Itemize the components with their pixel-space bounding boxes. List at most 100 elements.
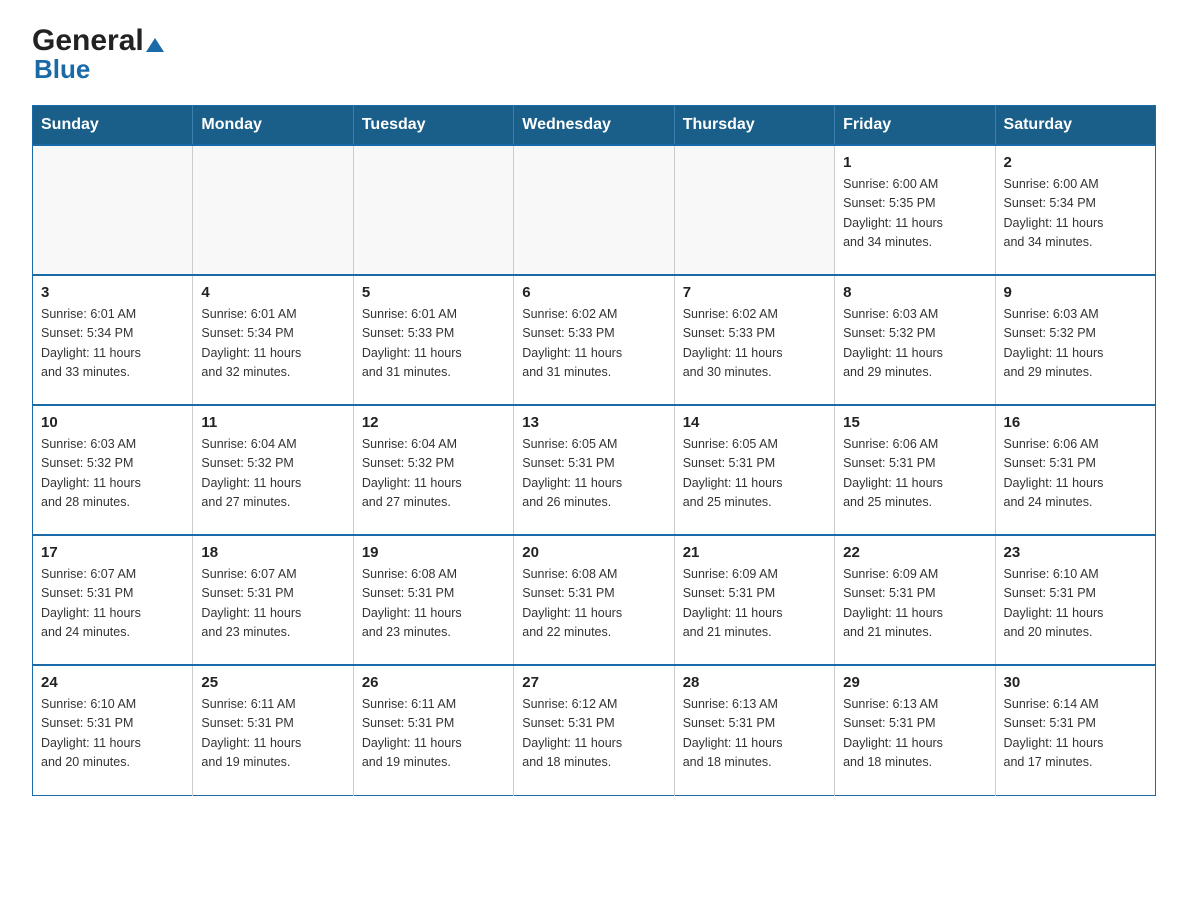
calendar-cell [674,145,834,275]
day-number: 16 [1004,414,1147,431]
logo-blue-text: Blue [34,54,90,85]
calendar-cell: 25 Sunrise: 6:11 AMSunset: 5:31 PMDayligh… [193,665,353,795]
day-info: Sunrise: 6:14 AMSunset: 5:31 PMDaylight:… [1004,695,1147,773]
day-number: 27 [522,674,665,691]
calendar-cell: 5 Sunrise: 6:01 AMSunset: 5:33 PMDaylight… [353,275,513,405]
calendar-week-row: 24Sunrise: 6:10 AMSunset: 5:31 PMDayligh… [33,665,1156,795]
day-info: Sunrise: 6:02 AMSunset: 5:33 PMDaylight:… [683,305,826,383]
day-number: 10 [41,414,184,431]
calendar-cell: 10 Sunrise: 6:03 AMSunset: 5:32 PMDayligh… [33,405,193,535]
day-number: 4 [201,284,344,301]
day-info: Sunrise: 6:08 AMSunset: 5:31 PMDaylight:… [522,565,665,643]
day-info: Sunrise: 6:08 AMSunset: 5:31 PMDaylight:… [362,565,505,643]
day-info: Sunrise: 6:09 AMSunset: 5:31 PMDaylight:… [683,565,826,643]
day-number: 6 [522,284,665,301]
day-info: Sunrise: 6:07 AMSunset: 5:31 PMDaylight:… [201,565,344,643]
calendar-cell [33,145,193,275]
weekday-header-thursday: Thursday [674,106,834,146]
calendar-week-row: 1 Sunrise: 6:00 AMSunset: 5:35 PMDaylight… [33,145,1156,275]
calendar-cell: 20 Sunrise: 6:08 AMSunset: 5:31 PMDayligh… [514,535,674,665]
calendar-cell: 12 Sunrise: 6:04 AMSunset: 5:32 PMDayligh… [353,405,513,535]
weekday-header-row: SundayMondayTuesdayWednesdayThursdayFrid… [33,106,1156,146]
calendar-cell: 27 Sunrise: 6:12 AMSunset: 5:31 PMDayligh… [514,665,674,795]
calendar-cell: 15 Sunrise: 6:06 AMSunset: 5:31 PMDayligh… [835,405,995,535]
day-info: Sunrise: 6:13 AMSunset: 5:31 PMDaylight:… [683,695,826,773]
day-info: Sunrise: 6:06 AMSunset: 5:31 PMDaylight:… [1004,435,1147,513]
calendar-cell: 19 Sunrise: 6:08 AMSunset: 5:31 PMDayligh… [353,535,513,665]
calendar-cell: 17Sunrise: 6:07 AMSunset: 5:31 PMDayligh… [33,535,193,665]
day-info: Sunrise: 6:10 AMSunset: 5:31 PMDaylight:… [41,695,184,773]
day-number: 5 [362,284,505,301]
day-number: 18 [201,544,344,561]
day-number: 28 [683,674,826,691]
weekday-header-saturday: Saturday [995,106,1155,146]
day-info: Sunrise: 6:11 AMSunset: 5:31 PMDaylight:… [201,695,344,773]
day-info: Sunrise: 6:03 AMSunset: 5:32 PMDaylight:… [843,305,986,383]
day-info: Sunrise: 6:01 AMSunset: 5:34 PMDaylight:… [41,305,184,383]
page-header: General Blue [32,24,1156,85]
day-number: 1 [843,154,986,171]
calendar-cell: 4 Sunrise: 6:01 AMSunset: 5:34 PMDaylight… [193,275,353,405]
weekday-header-wednesday: Wednesday [514,106,674,146]
calendar-cell: 7 Sunrise: 6:02 AMSunset: 5:33 PMDaylight… [674,275,834,405]
calendar-table: SundayMondayTuesdayWednesdayThursdayFrid… [32,105,1156,796]
day-number: 12 [362,414,505,431]
day-number: 7 [683,284,826,301]
day-info: Sunrise: 6:05 AMSunset: 5:31 PMDaylight:… [683,435,826,513]
day-number: 11 [201,414,344,431]
calendar-cell: 8 Sunrise: 6:03 AMSunset: 5:32 PMDaylight… [835,275,995,405]
calendar-cell: 28 Sunrise: 6:13 AMSunset: 5:31 PMDayligh… [674,665,834,795]
day-number: 2 [1004,154,1147,171]
day-number: 17 [41,544,184,561]
calendar-cell: 24Sunrise: 6:10 AMSunset: 5:31 PMDayligh… [33,665,193,795]
day-info: Sunrise: 6:03 AMSunset: 5:32 PMDaylight:… [1004,305,1147,383]
day-number: 26 [362,674,505,691]
calendar-cell: 26Sunrise: 6:11 AMSunset: 5:31 PMDayligh… [353,665,513,795]
calendar-week-row: 10 Sunrise: 6:03 AMSunset: 5:32 PMDayligh… [33,405,1156,535]
calendar-cell: 9 Sunrise: 6:03 AMSunset: 5:32 PMDaylight… [995,275,1155,405]
weekday-header-tuesday: Tuesday [353,106,513,146]
day-info: Sunrise: 6:04 AMSunset: 5:32 PMDaylight:… [201,435,344,513]
day-info: Sunrise: 6:00 AMSunset: 5:35 PMDaylight:… [843,175,986,253]
day-number: 9 [1004,284,1147,301]
day-number: 14 [683,414,826,431]
calendar-cell: 21Sunrise: 6:09 AMSunset: 5:31 PMDayligh… [674,535,834,665]
day-number: 22 [843,544,986,561]
calendar-cell: 30 Sunrise: 6:14 AMSunset: 5:31 PMDayligh… [995,665,1155,795]
calendar-week-row: 3Sunrise: 6:01 AMSunset: 5:34 PMDaylight… [33,275,1156,405]
calendar-cell: 29 Sunrise: 6:13 AMSunset: 5:31 PMDayligh… [835,665,995,795]
day-info: Sunrise: 6:09 AMSunset: 5:31 PMDaylight:… [843,565,986,643]
day-number: 20 [522,544,665,561]
calendar-cell [193,145,353,275]
day-info: Sunrise: 6:02 AMSunset: 5:33 PMDaylight:… [522,305,665,383]
day-number: 25 [201,674,344,691]
day-info: Sunrise: 6:01 AMSunset: 5:33 PMDaylight:… [362,305,505,383]
calendar-cell: 22 Sunrise: 6:09 AMSunset: 5:31 PMDayligh… [835,535,995,665]
weekday-header-sunday: Sunday [33,106,193,146]
weekday-header-monday: Monday [193,106,353,146]
day-number: 30 [1004,674,1147,691]
calendar-cell [514,145,674,275]
day-info: Sunrise: 6:04 AMSunset: 5:32 PMDaylight:… [362,435,505,513]
calendar-cell: 11 Sunrise: 6:04 AMSunset: 5:32 PMDayligh… [193,405,353,535]
day-info: Sunrise: 6:06 AMSunset: 5:31 PMDaylight:… [843,435,986,513]
calendar-cell: 16 Sunrise: 6:06 AMSunset: 5:31 PMDayligh… [995,405,1155,535]
calendar-cell: 23 Sunrise: 6:10 AMSunset: 5:31 PMDayligh… [995,535,1155,665]
calendar-week-row: 17 Sunrise: 6:07 AMSunset: 5:31 PMDayligh… [33,535,1156,665]
logo: General Blue [32,24,164,85]
day-number: 15 [843,414,986,431]
day-number: 8 [843,284,986,301]
day-info: Sunrise: 6:01 AMSunset: 5:34 PMDaylight:… [201,305,344,383]
calendar-cell: 6 Sunrise: 6:02 AMSunset: 5:33 PMDaylight… [514,275,674,405]
day-number: 23 [1004,544,1147,561]
day-info: Sunrise: 6:12 AMSunset: 5:31 PMDaylight:… [522,695,665,773]
day-info: Sunrise: 6:10 AMSunset: 5:31 PMDaylight:… [1004,565,1147,643]
day-number: 19 [362,544,505,561]
day-info: Sunrise: 6:13 AMSunset: 5:31 PMDaylight:… [843,695,986,773]
calendar-cell: 18 Sunrise: 6:07 AMSunset: 5:31 PMDayligh… [193,535,353,665]
calendar-cell: 2Sunrise: 6:00 AMSunset: 5:34 PMDaylight… [995,145,1155,275]
day-number: 29 [843,674,986,691]
day-info: Sunrise: 6:03 AMSunset: 5:32 PMDaylight:… [41,435,184,513]
calendar-cell: 1 Sunrise: 6:00 AMSunset: 5:35 PMDaylight… [835,145,995,275]
day-number: 13 [522,414,665,431]
